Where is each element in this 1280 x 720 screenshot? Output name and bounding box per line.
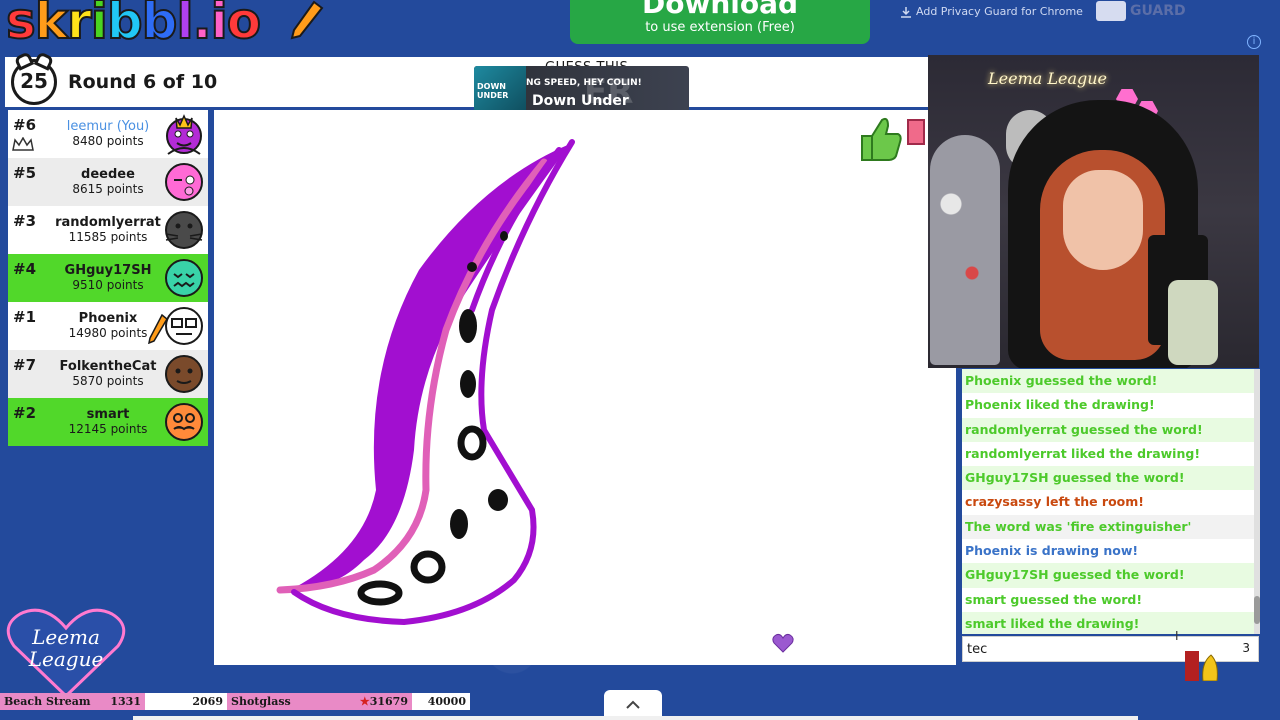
star-icon: ★	[359, 695, 370, 708]
neon-sign: Leema League	[988, 69, 1108, 88]
player-name: leemur (You)	[66, 119, 150, 134]
guess-input[interactable]	[967, 640, 1177, 658]
goal-label-beach: Beach Stream	[4, 695, 91, 708]
player-rank: #2	[13, 404, 37, 422]
download-title: Download	[641, 0, 799, 20]
chat-message: GHguy17SH guessed the word!	[962, 466, 1254, 491]
chat-message: Phoenix guessed the word!	[962, 369, 1254, 394]
skribbl-logo[interactable]: skribbl.io	[5, 0, 262, 47]
add-privacy-guard-link[interactable]: Add Privacy Guard for Chrome	[900, 5, 1083, 18]
christmas-tree	[930, 135, 1000, 365]
goal-target-shotglass: 40000	[412, 693, 470, 710]
info-icon[interactable]: i	[1247, 35, 1261, 49]
text-cursor-icon: I	[1175, 629, 1179, 643]
player-rank: #6	[13, 116, 37, 134]
timer-clock: 25	[11, 59, 57, 105]
chat-scrollbar-thumb[interactable]	[1254, 596, 1260, 624]
player-avatar-icon	[165, 403, 203, 441]
drawing-canvas[interactable]	[214, 110, 956, 665]
player-rank: #5	[13, 164, 37, 182]
download-extension-button[interactable]: Download to use extension (Free)	[570, 0, 870, 44]
ad-line-2: Down Under	[532, 93, 629, 109]
goal-segment-beach: Beach Stream 1331	[0, 693, 145, 710]
player-points: 5870 points	[72, 374, 144, 388]
player-row[interactable]: #7 FolkentheCat 5870 points	[8, 350, 208, 398]
player-points: 11585 points	[68, 230, 148, 244]
player-rank: #1	[13, 308, 37, 326]
logo-line-1: Leema	[31, 625, 100, 649]
player-row[interactable]: #4 GHguy17SH 9510 points	[8, 254, 208, 302]
glitter-shoe	[1168, 280, 1218, 365]
chat-message: randomlyerrat liked the drawing!	[965, 445, 1201, 461]
thumbs-up-icon[interactable]	[858, 114, 928, 162]
chat-log: Phoenix guessed the word! Phoenix liked …	[962, 369, 1254, 634]
crown-icon	[12, 137, 34, 151]
streamer-face	[1063, 170, 1143, 270]
player-avatar-icon	[165, 307, 203, 345]
goal-bar: Beach Stream 1331 2069 Shotglass ★31679 …	[0, 693, 470, 710]
chat-message: smart guessed the word!	[965, 591, 1143, 607]
player-points: 12145 points	[68, 422, 148, 436]
player-name: GHguy17SH	[64, 263, 152, 278]
chat-message: smart liked the drawing!	[962, 611, 1254, 634]
goal-value-beach: 1331	[110, 695, 141, 708]
char-count: 3	[1242, 641, 1250, 655]
guard-label: GUARD	[1130, 3, 1186, 19]
player-avatar-icon	[165, 163, 203, 201]
chat-message: The word was 'fire extinguisher'	[962, 514, 1254, 540]
bottle-icon	[1185, 651, 1218, 681]
download-icon	[901, 6, 911, 18]
goal-segment-shotglass: Shotglass ★31679	[227, 693, 412, 710]
heart-icon	[772, 633, 794, 653]
player-list: #6 leemur (You) 8480 points #5 deedee 86…	[8, 110, 208, 446]
round-indicator: Round 6 of 10	[68, 71, 218, 93]
chat-message: GHguy17SH guessed the word!	[962, 563, 1254, 588]
player-rank: #7	[13, 356, 37, 374]
player-points: 8480 points	[72, 134, 144, 148]
bottom-divider	[133, 716, 1138, 720]
player-name: deedee	[81, 167, 135, 182]
chat-message: Phoenix is drawing now!	[965, 543, 1139, 559]
chat-scrollbar[interactable]	[1254, 369, 1260, 634]
player-avatar-icon	[166, 114, 202, 155]
timer-value: 25	[20, 69, 48, 93]
drawing-strokes	[276, 139, 575, 626]
player-row[interactable]: #2 smart 12145 points	[8, 398, 208, 446]
player-avatar-icon	[165, 259, 203, 297]
chevron-up-icon	[626, 700, 640, 709]
logo-pencil-icon	[290, 0, 324, 40]
leema-league-logo: Leema League	[6, 608, 126, 698]
goal-target-beach: 2069	[145, 693, 227, 710]
player-row[interactable]: #5 deedee 8615 points	[8, 158, 208, 206]
player-row[interactable]: #6 leemur (You) 8480 points	[8, 110, 208, 158]
add-privacy-guard-label: Add Privacy Guard for Chrome	[916, 5, 1083, 18]
privacy-guard-logo[interactable]: GUARD	[1096, 0, 1186, 22]
chat-message: randomlyerrat guessed the word!	[962, 417, 1254, 442]
chat-message: crazysassy left the room!	[965, 494, 1144, 510]
player-points: 8615 points	[72, 182, 144, 196]
player-name: randomlyerrat	[55, 215, 161, 230]
goal-value-shotglass: ★31679	[359, 695, 408, 708]
player-avatar-icon	[165, 355, 203, 393]
player-row[interactable]: #3 randomlyerrat 11585 points	[8, 206, 208, 254]
ad-line-1: NG SPEED, HEY COLIN!	[526, 78, 642, 88]
player-points: 9510 points	[72, 278, 144, 292]
shield-icon	[1096, 1, 1126, 21]
ad-thumbnail-text: DOWN UNDER	[477, 82, 509, 100]
chat-message: Phoenix liked the drawing!	[965, 397, 1155, 413]
player-name: FolkentheCat	[59, 359, 157, 374]
player-rank: #3	[13, 212, 37, 230]
player-row[interactable]: #1 Phoenix 14980 points	[8, 302, 208, 350]
player-rank: #4	[13, 260, 37, 278]
logo-line-2: League	[28, 647, 104, 671]
webcam-overlay: Leema League	[928, 55, 1259, 368]
player-avatar-icon	[165, 211, 203, 249]
goal-label-shotglass: Shotglass	[231, 695, 291, 708]
download-subtitle: to use extension (Free)	[645, 20, 795, 35]
player-name: smart	[86, 407, 130, 422]
